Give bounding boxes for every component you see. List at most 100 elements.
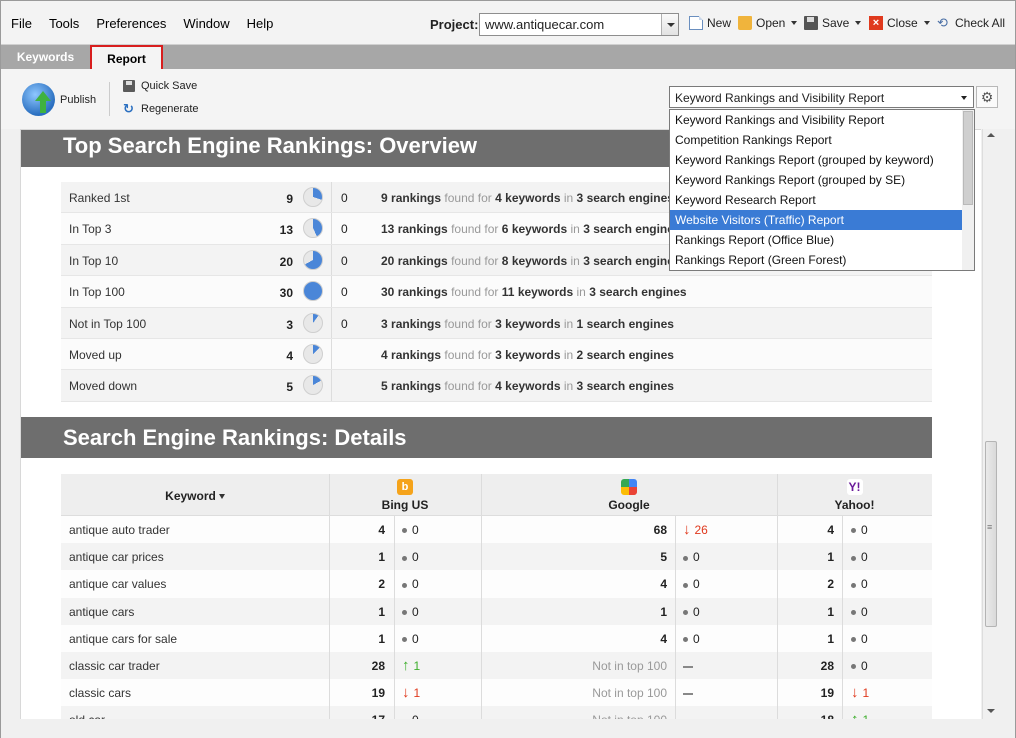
dropdown-option[interactable]: Keyword Rankings Report (grouped by SE) [670,170,962,190]
no-change-icon [402,555,407,561]
regenerate-button[interactable]: ↻ Regenerate [123,101,199,116]
dropdown-option[interactable]: Keyword Rankings and Visibility Report [670,110,962,130]
arrow-up-icon: ↑ [851,711,859,719]
pie-chart-icon [303,312,323,333]
overview-row-count: 13 [279,223,293,238]
menu-window[interactable]: Window [183,16,229,31]
dash-icon [683,665,693,668]
keyword-header-label: Keyword [165,489,216,503]
tab-keywords[interactable]: Keywords [1,45,90,69]
scroll-down-icon[interactable] [987,709,995,713]
overview-row-description: 13 rankings found for 6 keywords in 3 se… [381,222,681,237]
tab-report[interactable]: Report [90,45,163,71]
overview-row-change: 0 [341,285,348,300]
column-divider [481,679,482,707]
bing-rank: 28 [371,658,385,673]
dropdown-scrollbar[interactable] [962,110,974,270]
overview-row-description: 20 rankings found for 8 keywords in 3 se… [381,253,681,268]
column-divider [481,597,482,625]
new-document-icon [689,16,703,30]
menu-file[interactable]: File [11,16,32,31]
menu-help[interactable]: Help [247,16,274,31]
bing-rank: 1 [378,550,385,565]
menu-preferences[interactable]: Preferences [96,16,166,31]
rank-change [683,659,693,673]
no-change-icon [851,637,856,643]
report-template-value: Keyword Rankings and Visibility Report [675,91,885,105]
column-divider [675,516,676,544]
rank-change: 0 [402,523,419,537]
details-table: Keyword b Bing US Google Y! Yahoo! antique… [61,474,932,719]
column-divider [777,679,778,707]
arrow-down-icon: ↓ [851,684,859,702]
dropdown-option[interactable]: Keyword Research Report [670,190,962,210]
keyword-cell: antique car prices [69,550,164,565]
scroll-up-icon[interactable] [987,133,995,137]
save-button[interactable]: Save [804,16,862,30]
rank-change: 0 [402,550,419,564]
google-rank: Not in top 100 [592,686,667,701]
overview-row-description: 3 rankings found for 3 keywords in 1 sea… [381,316,674,331]
project-value: www.antiquecar.com [485,17,605,32]
overview-row-description: 4 rankings found for 3 keywords in 2 sea… [381,347,674,362]
close-button[interactable]: × Close [869,16,930,30]
report-template-select[interactable]: Keyword Rankings and Visibility Report [669,86,974,108]
report-scroll-thumb[interactable] [985,441,997,627]
dropdown-option[interactable]: Rankings Report (Green Forest) [670,250,962,270]
no-change-icon [851,582,856,588]
check-all-button[interactable]: ⟲ Check All [937,16,1005,31]
google-rank: 1 [660,604,667,619]
chevron-down-icon[interactable] [791,21,798,25]
refresh-icon: ↻ [123,101,134,116]
dropdown-scroll-thumb[interactable] [963,111,973,205]
overview-row-label: In Top 10 [69,253,119,268]
project-select[interactable]: www.antiquecar.com [479,13,679,36]
table-row: old car170Not in top 10018↑1 [61,706,932,719]
yahoo-rank: 28 [820,658,834,673]
column-divider [394,706,395,719]
chevron-down-icon[interactable] [961,96,967,100]
new-button[interactable]: New [689,16,731,30]
overview-row-label: In Top 3 [69,222,112,237]
dropdown-option[interactable]: Rankings Report (Office Blue) [670,230,962,250]
chevron-down-icon[interactable] [661,14,678,35]
report-scrollbar[interactable] [982,129,998,719]
no-change-icon [402,528,407,534]
column-divider [331,182,332,213]
publish-button[interactable]: Publish [22,83,96,116]
column-divider [842,543,843,571]
details-table-header: Keyword b Bing US Google Y! Yahoo! [61,474,932,516]
google-rank: 4 [660,631,667,646]
quick-save-button[interactable]: Quick Save [123,80,197,92]
keyword-cell: classic cars [69,686,132,701]
column-divider [842,624,843,652]
no-change-icon [851,609,856,615]
column-divider [481,516,482,544]
chevron-down-icon[interactable] [855,21,862,25]
overview-row-description: 5 rankings found for 4 keywords in 3 sea… [381,379,674,394]
overview-row-description: 9 rankings found for 4 keywords in 3 sea… [381,191,674,205]
column-divider [329,516,330,544]
google-rank: 4 [660,577,667,592]
dropdown-option[interactable]: Competition Rankings Report [670,130,962,150]
keyword-cell: classic car trader [69,658,160,673]
no-change-icon [402,637,407,643]
chevron-down-icon[interactable] [923,21,930,25]
dropdown-option[interactable]: Website Visitors (Traffic) Report [670,210,962,230]
rank-change: 0 [851,523,868,537]
dropdown-option[interactable]: Keyword Rankings Report (grouped by keyw… [670,150,962,170]
report-template-dropdown: Keyword Rankings and Visibility Report Co… [669,109,975,271]
overview-row-label: Moved down [69,379,138,394]
overview-row-count: 4 [286,348,293,363]
open-button[interactable]: Open [738,16,798,30]
column-divider [842,706,843,719]
report-settings-button[interactable]: ⚙ [976,86,998,108]
keyword-column-header[interactable]: Keyword [61,489,329,503]
menu-tools[interactable]: Tools [49,16,79,31]
column-divider [481,570,482,598]
keyword-cell: antique auto trader [69,523,170,537]
column-divider [777,651,778,680]
column-divider [329,679,330,707]
overview-row-count: 30 [279,286,293,301]
google-icon [621,479,637,495]
